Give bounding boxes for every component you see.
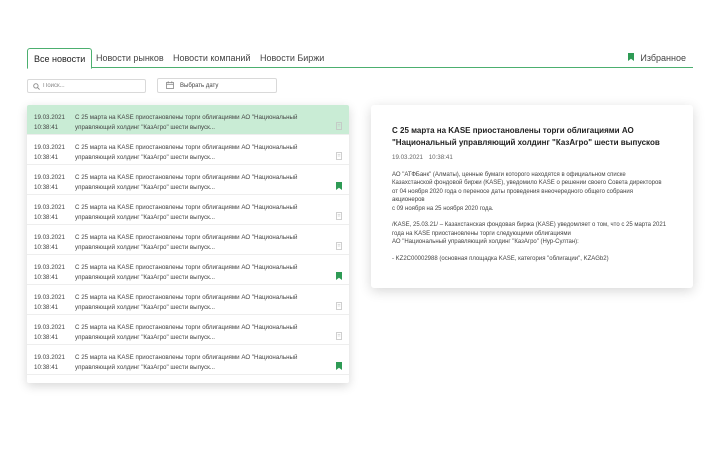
news-item-date: 19.03.2021 [34,294,65,301]
news-item-datetime: 19.03.2021 10:38:41 [34,323,65,343]
news-item-title: С 25 марта на KASE приостановлены торги … [75,264,298,281]
copy-icon[interactable] [336,327,342,345]
copy-icon[interactable] [336,237,342,255]
favorites-link[interactable]: Избранное [628,48,686,68]
news-item-datetime: 19.03.2021 10:38:41 [34,263,65,283]
search-input[interactable] [43,83,143,89]
search-box[interactable] [27,79,146,93]
news-item-time: 10:38:41 [34,184,59,191]
news-list-item[interactable]: 19.03.2021 10:38:41 С 25 марта на KASE при… [27,225,349,255]
news-list-item[interactable]: 19.03.2021 10:38:41 С 25 марта на KASE при… [27,345,349,375]
news-list-item[interactable]: 19.03.2021 10:38:41 С 25 марта на KASE при… [27,255,349,285]
news-item-title: С 25 марта на KASE приостановлены торги … [75,144,298,161]
copy-icon[interactable] [336,117,342,135]
news-item-title: С 25 марта на KASE приостановлены торги … [75,354,298,371]
news-item-datetime: 19.03.2021 10:38:41 [34,113,65,133]
news-detail-body: АО "АТФБанк" (Алматы), ценные бумаги кот… [392,171,682,272]
tab-company-news[interactable]: Новости компаний [173,48,250,68]
news-detail-date: 19.03.2021 [392,154,423,161]
news-detail-time: 10:38:41 [428,154,453,161]
news-item-time: 10:38:41 [34,214,59,221]
news-detail-paragraph: - KZ2C00002988 (основная площадка KASE, … [392,256,609,263]
favorites-label: Избранное [640,53,686,63]
news-item-datetime: 19.03.2021 10:38:41 [34,173,65,193]
news-item-datetime: 19.03.2021 10:38:41 [34,353,65,373]
news-detail-paragraph: /KASE, 25.03.21/ – Казахстанская фондова… [392,222,667,246]
news-list-item[interactable]: 19.03.2021 10:38:41 С 25 марта на KASE при… [27,285,349,315]
bookmark-icon[interactable] [336,357,342,375]
news-detail-panel: С 25 марта на KASE приостановлены торги … [371,105,693,288]
news-list-item[interactable]: 19.03.2021 10:38:41 С 25 марта на KASE при… [27,135,349,165]
calendar-icon [166,80,174,91]
news-list-item[interactable]: 19.03.2021 10:38:41 С 25 марта на KASE при… [27,165,349,195]
tab-all-news[interactable]: Все новости [27,48,93,69]
news-list-item[interactable]: 19.03.2021 10:38:41 С 25 марта на KASE при… [27,195,349,225]
news-item-title: С 25 марта на KASE приостановлены торги … [75,174,298,191]
news-item-datetime: 19.03.2021 10:38:41 [34,143,65,163]
news-item-date: 19.03.2021 [34,174,65,181]
news-item-date: 19.03.2021 [34,354,65,361]
news-list-item[interactable]: 19.03.2021 10:38:41 С 25 марта на KASE при… [27,315,349,345]
news-item-time: 10:38:41 [34,364,59,371]
news-item-time: 10:38:41 [34,334,59,341]
bookmark-icon [628,48,635,68]
tab-exchange-news[interactable]: Новости Биржи [260,48,324,68]
news-item-time: 10:38:41 [34,274,59,281]
search-icon [33,77,40,95]
news-tabs: Все новости Новости рынков Новости компа… [27,48,693,69]
news-item-date: 19.03.2021 [34,114,65,121]
news-item-title: С 25 марта на KASE приостановлены торги … [75,294,298,311]
news-item-title: С 25 марта на KASE приостановлены торги … [75,204,298,221]
bookmark-icon[interactable] [336,177,342,195]
news-item-date: 19.03.2021 [34,234,65,241]
date-picker-label: Выбрать дату [180,82,219,89]
news-item-date: 19.03.2021 [34,144,65,151]
date-picker-button[interactable]: Выбрать дату [157,78,277,93]
news-item-datetime: 19.03.2021 10:38:41 [34,293,65,313]
news-item-datetime: 19.03.2021 10:38:41 [34,233,65,253]
news-item-time: 10:38:41 [34,124,59,131]
copy-icon[interactable] [336,207,342,225]
news-list-item[interactable]: 19.03.2021 10:38:41 С 25 марта на KASE при… [27,105,349,135]
news-list: 19.03.2021 10:38:41 С 25 марта на KASE при… [27,105,349,383]
news-item-date: 19.03.2021 [34,264,65,271]
news-detail-title: С 25 марта на KASE приостановлены торги … [392,126,660,147]
news-item-title: С 25 марта на KASE приостановлены торги … [75,234,298,251]
news-item-datetime: 19.03.2021 10:38:41 [34,203,65,223]
news-item-time: 10:38:41 [34,244,59,251]
news-detail-paragraph: АО "АТФБанк" (Алматы), ценные бумаги кот… [392,172,662,212]
news-item-date: 19.03.2021 [34,324,65,331]
news-item-time: 10:38:41 [34,304,59,311]
copy-icon[interactable] [336,297,342,315]
news-item-time: 10:38:41 [34,154,59,161]
news-item-date: 19.03.2021 [34,204,65,211]
tab-market-news[interactable]: Новости рынков [96,48,164,68]
bookmark-icon[interactable] [336,267,342,285]
news-item-title: С 25 марта на KASE приостановлены торги … [75,324,298,341]
news-detail-meta: 19.03.2021 10:38:41 [392,154,453,161]
copy-icon[interactable] [336,147,342,165]
news-item-title: С 25 марта на KASE приостановлены торги … [75,114,298,131]
